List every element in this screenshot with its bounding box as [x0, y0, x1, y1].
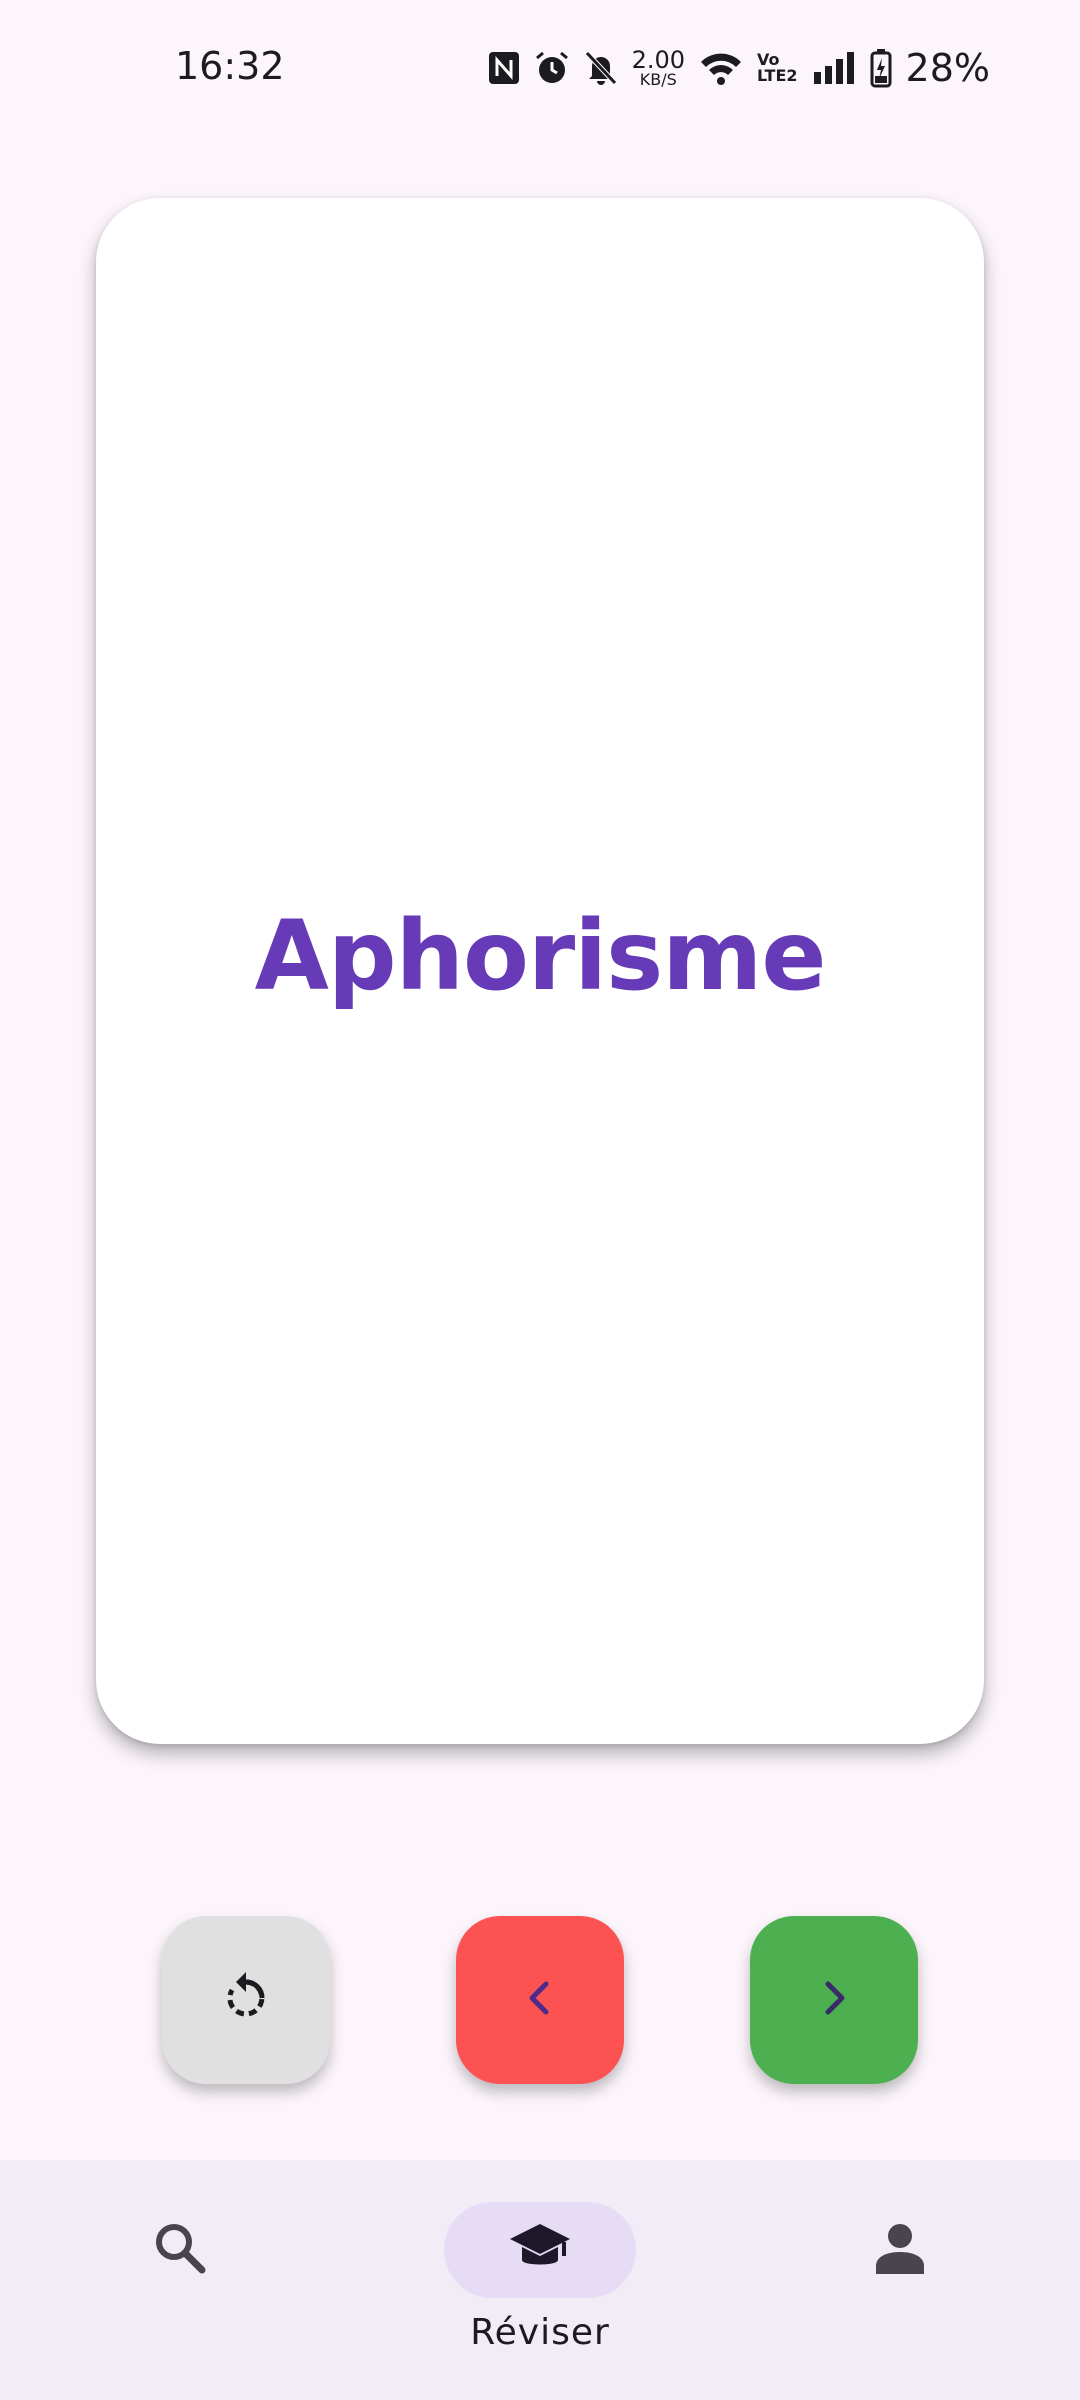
reset-button[interactable] — [162, 1916, 330, 2084]
volte-indicator: Vo LTE2 — [757, 52, 798, 84]
nav-item-search[interactable] — [50, 2160, 310, 2400]
network-speed-unit: KB/S — [639, 70, 677, 89]
signal-icon — [812, 50, 856, 86]
battery-percent: 28% — [905, 46, 990, 90]
replay-icon — [218, 1970, 274, 2031]
battery-charging-icon — [870, 48, 892, 88]
nav-item-review[interactable]: Réviser — [410, 2160, 670, 2400]
bottom-navigation: Réviser — [0, 2160, 1080, 2400]
person-icon — [872, 2220, 928, 2281]
nav-item-profile[interactable] — [770, 2160, 1030, 2400]
network-speed: 2.00 KB/S — [632, 48, 685, 88]
previous-button[interactable] — [456, 1916, 624, 2084]
status-bar: 16:32 2.00 KB/S Vo LTE2 28% — [0, 0, 1080, 140]
nav-indicator-review — [444, 2202, 636, 2298]
volte-bottom: LTE2 — [757, 66, 798, 85]
next-button[interactable] — [750, 1916, 918, 2084]
search-icon — [150, 2218, 210, 2283]
chevron-left-icon — [520, 1976, 560, 2025]
card-actions — [0, 1916, 1080, 2084]
nav-indicator-search — [84, 2202, 276, 2298]
nfc-icon — [488, 50, 520, 86]
alarm-icon — [534, 50, 570, 86]
flashcard-word: Aphorisme — [254, 900, 827, 1012]
graduation-cap-icon — [508, 2220, 572, 2281]
network-speed-value: 2.00 — [631, 46, 685, 74]
nav-label-review: Réviser — [470, 2312, 610, 2353]
bell-off-icon — [584, 50, 618, 86]
chevron-right-icon — [814, 1976, 854, 2025]
wifi-icon — [699, 50, 743, 86]
status-icons: 2.00 KB/S Vo LTE2 28% — [488, 44, 990, 92]
nav-indicator-profile — [804, 2202, 996, 2298]
status-time: 16:32 — [175, 44, 285, 88]
flashcard[interactable]: Aphorisme — [96, 198, 984, 1744]
